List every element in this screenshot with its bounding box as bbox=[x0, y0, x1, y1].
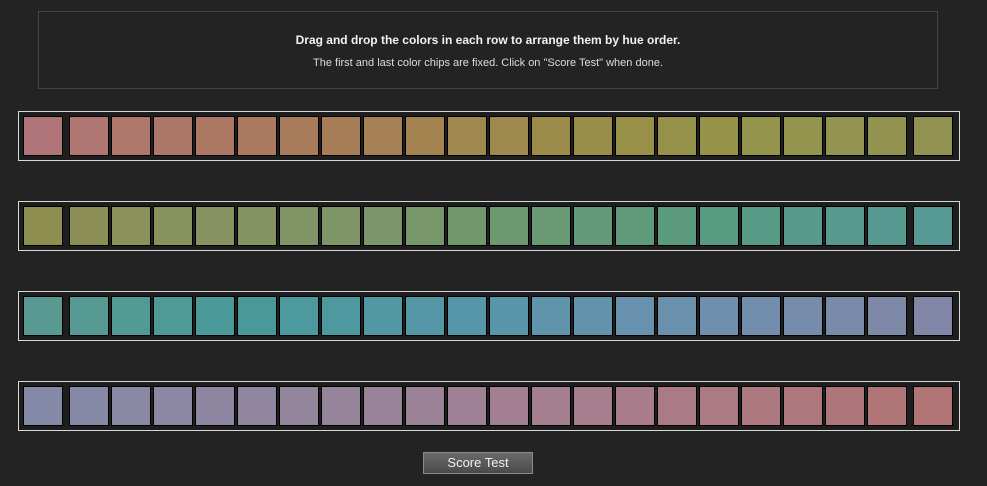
color-chip[interactable] bbox=[657, 386, 697, 426]
color-chip[interactable] bbox=[195, 296, 235, 336]
color-chip[interactable] bbox=[195, 206, 235, 246]
color-chip[interactable] bbox=[237, 296, 277, 336]
color-chip[interactable] bbox=[405, 386, 445, 426]
color-chip[interactable] bbox=[825, 116, 865, 156]
color-chip[interactable] bbox=[279, 206, 319, 246]
fixed-color-chip bbox=[23, 386, 63, 426]
color-chip[interactable] bbox=[447, 116, 487, 156]
color-chip[interactable] bbox=[489, 296, 529, 336]
fixed-color-chip bbox=[913, 206, 953, 246]
instructions-subtitle: The first and last color chips are fixed… bbox=[313, 57, 663, 69]
color-chip[interactable] bbox=[531, 116, 571, 156]
color-chip[interactable] bbox=[321, 206, 361, 246]
chip-row-4 bbox=[18, 381, 960, 431]
chip-row-3 bbox=[18, 291, 960, 341]
color-chip[interactable] bbox=[69, 386, 109, 426]
color-chip[interactable] bbox=[153, 116, 193, 156]
color-chip[interactable] bbox=[699, 206, 739, 246]
color-chip[interactable] bbox=[615, 206, 655, 246]
fixed-color-chip bbox=[913, 296, 953, 336]
color-chip[interactable] bbox=[825, 296, 865, 336]
fixed-color-chip bbox=[913, 386, 953, 426]
color-chip[interactable] bbox=[783, 116, 823, 156]
color-chip[interactable] bbox=[657, 206, 697, 246]
color-chip[interactable] bbox=[825, 206, 865, 246]
color-chip[interactable] bbox=[405, 206, 445, 246]
fixed-color-chip bbox=[23, 206, 63, 246]
color-chip[interactable] bbox=[279, 116, 319, 156]
color-chip[interactable] bbox=[489, 116, 529, 156]
color-chip[interactable] bbox=[573, 386, 613, 426]
color-chip[interactable] bbox=[195, 386, 235, 426]
color-chip[interactable] bbox=[657, 116, 697, 156]
color-chip[interactable] bbox=[867, 116, 907, 156]
color-chip[interactable] bbox=[237, 116, 277, 156]
color-chip[interactable] bbox=[321, 116, 361, 156]
color-chip[interactable] bbox=[111, 296, 151, 336]
color-chip[interactable] bbox=[867, 386, 907, 426]
color-chip[interactable] bbox=[825, 386, 865, 426]
color-chip[interactable] bbox=[321, 386, 361, 426]
color-chip[interactable] bbox=[153, 296, 193, 336]
color-chip[interactable] bbox=[531, 386, 571, 426]
fixed-color-chip bbox=[23, 296, 63, 336]
color-chip[interactable] bbox=[573, 296, 613, 336]
color-chip[interactable] bbox=[195, 116, 235, 156]
color-chip[interactable] bbox=[867, 206, 907, 246]
color-chip[interactable] bbox=[699, 116, 739, 156]
color-chip[interactable] bbox=[489, 206, 529, 246]
instructions-panel: Drag and drop the colors in each row to … bbox=[38, 11, 938, 89]
color-chip[interactable] bbox=[363, 386, 403, 426]
color-chip[interactable] bbox=[531, 296, 571, 336]
color-chip[interactable] bbox=[783, 206, 823, 246]
color-chip[interactable] bbox=[237, 386, 277, 426]
color-chip[interactable] bbox=[279, 296, 319, 336]
chip-row-1 bbox=[18, 111, 960, 161]
color-arrangement-test: Drag and drop the colors in each row to … bbox=[0, 0, 987, 486]
color-chip[interactable] bbox=[69, 206, 109, 246]
color-chip[interactable] bbox=[741, 386, 781, 426]
color-chip[interactable] bbox=[69, 296, 109, 336]
color-chip[interactable] bbox=[489, 386, 529, 426]
color-chip[interactable] bbox=[867, 296, 907, 336]
color-chip[interactable] bbox=[783, 386, 823, 426]
color-chip[interactable] bbox=[447, 296, 487, 336]
color-chip[interactable] bbox=[531, 206, 571, 246]
color-chip[interactable] bbox=[237, 206, 277, 246]
color-chip[interactable] bbox=[615, 116, 655, 156]
color-chip[interactable] bbox=[615, 296, 655, 336]
color-chip[interactable] bbox=[447, 386, 487, 426]
color-chip[interactable] bbox=[363, 116, 403, 156]
color-chip[interactable] bbox=[699, 386, 739, 426]
color-chip[interactable] bbox=[153, 386, 193, 426]
color-chip[interactable] bbox=[321, 296, 361, 336]
color-chip[interactable] bbox=[657, 296, 697, 336]
color-chip[interactable] bbox=[69, 116, 109, 156]
color-chip[interactable] bbox=[111, 206, 151, 246]
color-chip[interactable] bbox=[111, 386, 151, 426]
color-chip[interactable] bbox=[699, 296, 739, 336]
color-chip[interactable] bbox=[405, 116, 445, 156]
color-chip[interactable] bbox=[573, 116, 613, 156]
color-chip[interactable] bbox=[573, 206, 613, 246]
color-chip[interactable] bbox=[279, 386, 319, 426]
color-chip[interactable] bbox=[615, 386, 655, 426]
color-chip[interactable] bbox=[741, 206, 781, 246]
score-test-button[interactable]: Score Test bbox=[423, 452, 533, 474]
instructions-title: Drag and drop the colors in each row to … bbox=[295, 33, 681, 47]
fixed-color-chip bbox=[23, 116, 63, 156]
fixed-color-chip bbox=[913, 116, 953, 156]
color-chip[interactable] bbox=[111, 116, 151, 156]
color-chip[interactable] bbox=[153, 206, 193, 246]
color-chip[interactable] bbox=[741, 116, 781, 156]
color-chip[interactable] bbox=[741, 296, 781, 336]
color-chip[interactable] bbox=[363, 296, 403, 336]
color-chip[interactable] bbox=[363, 206, 403, 246]
color-chip[interactable] bbox=[405, 296, 445, 336]
chip-row-2 bbox=[18, 201, 960, 251]
color-chip[interactable] bbox=[447, 206, 487, 246]
color-chip[interactable] bbox=[783, 296, 823, 336]
